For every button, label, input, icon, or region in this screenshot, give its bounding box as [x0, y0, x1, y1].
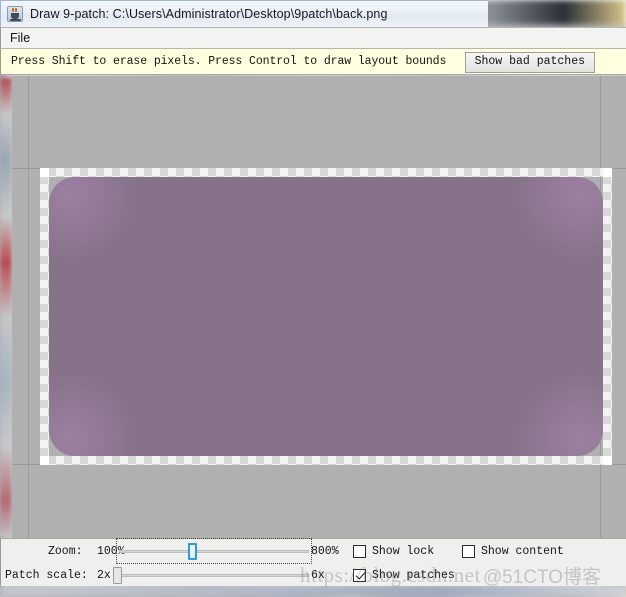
patch-border-right[interactable] — [603, 168, 612, 465]
hint-bar: Press Shift to erase pixels. Press Contr… — [0, 49, 626, 75]
zoom-slider-thumb[interactable] — [188, 543, 197, 560]
menu-item-file[interactable]: File — [1, 29, 38, 48]
title-bar: Draw 9-patch: C:\Users\Administrator\Des… — [0, 0, 488, 27]
zoom-label: Zoom: — [48, 545, 83, 558]
checkbox-label-show-patches: Show patches — [372, 569, 455, 582]
zoom-slider-track[interactable] — [119, 550, 309, 553]
zoom-max-value: 800% — [311, 545, 339, 558]
java-app-icon — [7, 6, 23, 22]
checkbox-label-show-lock: Show lock — [372, 545, 434, 558]
corner-marker-top-left — [40, 168, 49, 177]
nine-patch-image[interactable] — [49, 177, 603, 456]
patch-scale-min-value: 2x — [97, 569, 111, 582]
corner-marker-bottom-right — [603, 456, 612, 465]
patch-scale-slider-thumb[interactable] — [113, 567, 122, 584]
zoom-control-row: Zoom: 100% 800% Show lock Show content — [1, 539, 626, 563]
corner-marker-bottom-left — [40, 456, 49, 465]
patch-canvas[interactable] — [12, 76, 626, 538]
patch-scale-control-row: Patch scale: 2x 6x Show patches — [1, 563, 626, 587]
checkbox-label-show-content: Show content — [481, 545, 564, 558]
checkbox-show-patches[interactable]: Show patches — [353, 569, 455, 582]
patch-scale-max-value: 6x — [311, 569, 325, 582]
hint-message: Press Shift to erase pixels. Press Contr… — [11, 55, 446, 68]
show-bad-patches-button[interactable]: Show bad patches — [465, 52, 595, 73]
checkbox-show-lock[interactable]: Show lock — [353, 545, 434, 558]
patch-border-left[interactable] — [40, 168, 49, 465]
corner-marker-top-right — [603, 168, 612, 177]
patch-border-bottom[interactable] — [40, 456, 612, 465]
patch-border-top[interactable] — [40, 168, 612, 177]
checkbox-box-show-content[interactable] — [462, 545, 475, 558]
guide-line-left — [28, 76, 29, 538]
application-window: Draw 9-patch: C:\Users\Administrator\Des… — [0, 0, 626, 586]
draw-9patch-window: Draw 9-patch: C:\Users\Administrator\Des… — [0, 0, 626, 597]
checkbox-box-show-patches[interactable] — [353, 569, 366, 582]
nine-patch-area[interactable] — [40, 168, 612, 465]
menu-bar: File — [0, 27, 626, 49]
zoom-slider[interactable] — [119, 541, 309, 561]
window-title: Draw 9-patch: C:\Users\Administrator\Des… — [30, 7, 388, 21]
control-panel: Zoom: 100% 800% Show lock Show content — [0, 538, 626, 586]
checkbox-box-show-lock[interactable] — [353, 545, 366, 558]
desktop-bottom-strip — [0, 586, 626, 597]
checkbox-show-content[interactable]: Show content — [462, 545, 564, 558]
patch-scale-label: Patch scale: — [5, 569, 88, 582]
patch-scale-slider-track[interactable] — [113, 574, 309, 577]
patch-scale-slider[interactable] — [113, 565, 309, 585]
